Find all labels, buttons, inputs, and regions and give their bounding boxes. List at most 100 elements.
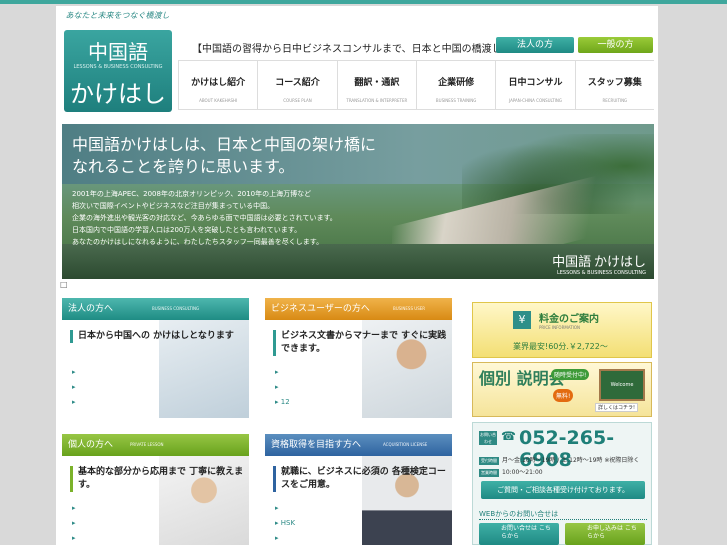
hero-mark-kana: かけはし: [593, 255, 646, 270]
nav-item-course[interactable]: コース紹介 COURSE PLAN: [257, 61, 336, 109]
card-license[interactable]: 資格取得を目指す方へ ACQUISITION LICENSE 就職に、ビジネスに必…: [265, 434, 452, 545]
yen-icon: ¥: [513, 311, 531, 329]
card-body: 就職に、ビジネスに必須の 各種検定コースをご用意。 ▸ ▸ HSK ▸: [265, 456, 452, 545]
site-logo[interactable]: あなたと未来をつなぐ橋渡し 中国語 LESSONS & BUSINESS CON…: [60, 10, 175, 115]
price-text: 業界最安!60分.￥2,722〜: [513, 342, 608, 351]
hero-watermark-logo: 中国語 かけはし LESSONS & BUSINESS CONSULTING: [552, 251, 646, 276]
card-title: 資格取得を目指す方へ: [271, 440, 362, 450]
nav-label: 日中コンサル: [508, 78, 563, 88]
seminar-badge-free: 無料!: [553, 389, 574, 402]
card-link[interactable]: ▸ HSK: [275, 519, 295, 534]
nav-sub: TRANSLATION & INTERPRETER: [346, 98, 408, 103]
card-title: 個人の方へ: [68, 440, 114, 450]
card-link[interactable]: ▸: [72, 519, 76, 534]
logo-jp: 中国語: [88, 40, 148, 64]
card-business-user[interactable]: ビジネスユーザーの方へ BUSINESS USER ビジネス文書からマナーまで す…: [265, 298, 452, 418]
nav-sub: ABOUT KAKEHASHI: [199, 98, 238, 103]
card-title-bar: 個人の方へ PRIVATE LESSON: [62, 434, 249, 456]
nav-label: コース紹介: [275, 78, 320, 88]
contact-open-row: 営業時間 10:00〜21:00: [479, 467, 543, 477]
card-links: ▸ ▸ ▸ 12: [275, 368, 290, 413]
web-contact-heading: WEBからのお問い合せは: [479, 509, 647, 520]
seminar-detail-link[interactable]: 詳しくはコチラ!: [595, 403, 639, 412]
open-label: 営業時間: [479, 469, 499, 477]
seminar-badge-open: 随時受付中!: [551, 369, 590, 380]
price-info-banner[interactable]: ¥ 料金のご案内 PRICE INFORMATION 業界最安!60分.￥2,7…: [472, 302, 652, 358]
card-heading: 基本的な部分から応用まで 丁寧に教えます。: [70, 466, 249, 492]
nav-item-about[interactable]: かけはし紹介 ABOUT KAKEHASHI: [178, 61, 257, 109]
hero-line: 企業の海外進出や観光客の対応など、今あらゆる面で中国語は必要とされています。: [72, 214, 337, 222]
hero-mark-en: LESSONS & BUSINESS CONSULTING: [556, 270, 646, 276]
seminar-banner[interactable]: 個別 説明会 随時受付中! 無料! Welcome 詳しくはコチラ!: [472, 362, 652, 417]
card-heading: 日本から中国への かけはしとなります: [70, 330, 234, 343]
card-link[interactable]: ▸: [275, 383, 290, 398]
phone-icon: ☎: [501, 429, 516, 443]
nav-label: 翻訳・通訳: [354, 78, 400, 88]
logo-box: 中国語 LESSONS & BUSINESS CONSULTING かけはし: [64, 30, 172, 112]
card-title-bar: 資格取得を目指す方へ ACQUISITION LICENSE: [265, 434, 452, 456]
nav-label: スタッフ募集: [587, 78, 642, 88]
card-link[interactable]: ▸: [275, 534, 295, 545]
hero-line: 日本国内で中国語の学習人口は200万人を突破したとも言われています。: [72, 226, 302, 234]
individual-button[interactable]: 一般の方: [578, 37, 653, 53]
card-corporate[interactable]: 法人の方へ BUSINESS CONSULTING 日本から中国への かけはしとな…: [62, 298, 249, 418]
nav-sub: JAPAN-CHINA CONSULTING: [509, 98, 562, 103]
card-link[interactable]: ▸: [275, 504, 295, 519]
card-heading: ビジネス文書からマナーまで すぐに実践できます。: [273, 330, 452, 356]
nav-item-consulting[interactable]: 日中コンサル JAPAN-CHINA CONSULTING: [495, 61, 574, 109]
card-link[interactable]: ▸: [72, 534, 76, 545]
card-link[interactable]: ▸: [72, 504, 76, 519]
nav-sub: COURSE PLAN: [283, 98, 312, 103]
nav-item-training[interactable]: 企業研修 BUSINESS TRAINING: [415, 61, 495, 109]
card-body: 日本から中国への かけはしとなります ▸ ▸ ▸: [62, 320, 249, 418]
price-title: 料金のご案内: [539, 314, 599, 325]
card-heading: 就職に、ビジネスに必須の 各種検定コースをご用意。: [273, 466, 452, 492]
card-links: ▸ ▸ ▸: [72, 368, 76, 413]
card-individual[interactable]: 個人の方へ PRIVATE LESSON 基本的な部分から応用まで 丁寧に教えます…: [62, 434, 249, 545]
logo-tagline: あなたと未来をつなぐ橋渡し: [65, 11, 170, 20]
nav-item-translation[interactable]: 翻訳・通訳 TRANSLATION & INTERPRETER: [336, 61, 416, 109]
nav-sub: BUSINESS TRAINING: [435, 98, 477, 103]
card-title: 法人の方へ: [68, 304, 114, 314]
page-container: あなたと未来をつなぐ橋渡し 中国語 LESSONS & BUSINESS CON…: [56, 6, 658, 545]
card-links: ▸ ▸ ▸: [72, 504, 76, 545]
header-headline: 【中国語の習得から日中ビジネスコンサルまで、日本と中国の橋渡しに】: [192, 44, 522, 55]
card-body: ビジネス文書からマナーまで すぐに実践できます。 ▸ ▸ ▸ 12: [265, 320, 452, 418]
card-sub: BUSINESS USER: [393, 306, 426, 311]
logo-en: LESSONS & BUSINESS CONSULTING: [73, 64, 163, 70]
hours-text: 月〜金:10時〜19時 / 土:12時〜19時 ※祝際日除く: [502, 457, 640, 464]
nav-item-recruit[interactable]: スタッフ募集 RECRUITING: [574, 61, 654, 109]
card-link[interactable]: ▸: [72, 398, 76, 413]
card-link[interactable]: ▸ 12: [275, 398, 290, 413]
hero-banner: 中国語かけはしは、日本と中国の架け橋に なれることを誇りに思います。 2001年…: [62, 124, 654, 279]
top-accent-line: [0, 0, 727, 4]
nav-label: かけはし紹介: [191, 78, 246, 88]
card-link[interactable]: ▸: [72, 383, 76, 398]
nav-label: 企業研修: [438, 78, 475, 88]
web-apply-button[interactable]: お申し込みは こちらから: [565, 523, 645, 545]
contact-label: お問い合わせ: [479, 431, 497, 445]
nav-sub: RECRUITING: [602, 98, 628, 103]
card-sub: PRIVATE LESSON: [130, 442, 164, 447]
corporate-button[interactable]: 法人の方: [496, 37, 574, 53]
card-title-bar: 法人の方へ BUSINESS CONSULTING: [62, 298, 249, 320]
card-link[interactable]: ▸: [275, 368, 290, 383]
card-title: ビジネスユーザーの方へ: [271, 304, 370, 314]
contact-hours-row: 受付時間 月〜金:10時〜19時 / 土:12時〜19時 ※祝際日除く: [479, 455, 639, 465]
web-inquiry-button[interactable]: お問い合せは こちらから: [479, 523, 559, 545]
welcome-board-icon: Welcome: [599, 369, 645, 401]
card-links: ▸ ▸ HSK ▸: [275, 504, 295, 545]
hero-line: 相次いで国際イベントやビジネスなど注目が集まっている中国。: [72, 202, 275, 210]
contact-cta-button[interactable]: ご質問・ご相談各種受け付けております。: [481, 481, 645, 499]
card-link[interactable]: ▸: [72, 368, 76, 383]
card-sub: ACQUISITION LICENSE: [383, 442, 428, 447]
card-body: 基本的な部分から応用まで 丁寧に教えます。 ▸ ▸ ▸: [62, 456, 249, 545]
contact-box: お問い合わせ ☎ 052-265-6908 受付時間 月〜金:10時〜19時 / …: [472, 422, 652, 545]
hours-label: 受付時間: [479, 457, 499, 465]
hero-line: 2001年の上海APEC、2008年の北京オリンピック、2010年の上海万博など: [72, 190, 312, 198]
hero-line: あなたのかけはしになれるように、わたしたちスタッフ一同最善を尽くします。: [72, 238, 324, 246]
main-nav: かけはし紹介 ABOUT KAKEHASHI コース紹介 COURSE PLAN 翻…: [178, 60, 654, 110]
logo-kana: かけはし: [70, 80, 166, 108]
hero-mark-jp: 中国語: [552, 255, 592, 270]
open-text: 10:00〜21:00: [502, 469, 543, 476]
